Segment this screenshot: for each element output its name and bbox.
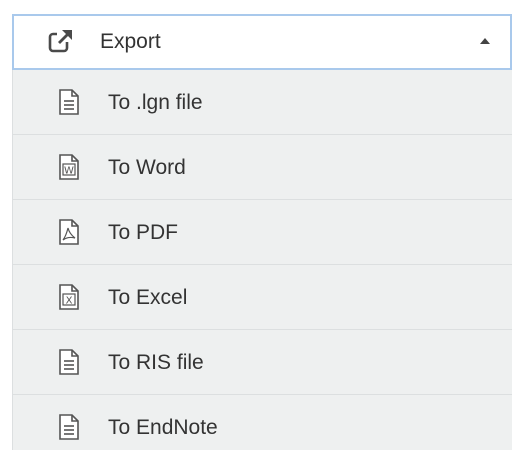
export-item-label: To .lgn file xyxy=(108,91,203,114)
export-to-lgn-item[interactable]: To .lgn file xyxy=(13,70,512,135)
export-toggle-button[interactable]: Export xyxy=(12,14,512,70)
excel-badge: X xyxy=(66,296,73,307)
export-label: Export xyxy=(100,30,161,53)
word-file-icon: W xyxy=(57,153,81,181)
export-to-endnote-item[interactable]: To EndNote xyxy=(13,395,512,450)
export-to-pdf-item[interactable]: To PDF xyxy=(13,200,512,265)
export-options-list: To .lgn file W To Word To PDF X To Excel… xyxy=(12,70,512,450)
export-item-label: To Word xyxy=(108,156,186,179)
excel-file-icon: X xyxy=(57,283,81,311)
text-file-icon xyxy=(57,413,81,441)
export-item-label: To Excel xyxy=(108,286,188,309)
export-to-excel-item[interactable]: X To Excel xyxy=(13,265,512,330)
word-badge: W xyxy=(64,166,74,177)
text-file-icon xyxy=(57,88,81,116)
export-item-label: To RIS file xyxy=(108,351,204,374)
export-to-ris-item[interactable]: To RIS file xyxy=(13,330,512,395)
export-item-label: To EndNote xyxy=(108,416,218,439)
pdf-file-icon xyxy=(57,218,81,246)
export-item-label: To PDF xyxy=(108,221,179,244)
text-file-icon xyxy=(57,348,81,376)
export-dropdown: Export To .lgn file W To Word To PDF X T… xyxy=(12,14,512,450)
external-link-icon xyxy=(48,28,74,54)
export-to-word-item[interactable]: W To Word xyxy=(13,135,512,200)
caret-up-icon xyxy=(480,38,490,44)
